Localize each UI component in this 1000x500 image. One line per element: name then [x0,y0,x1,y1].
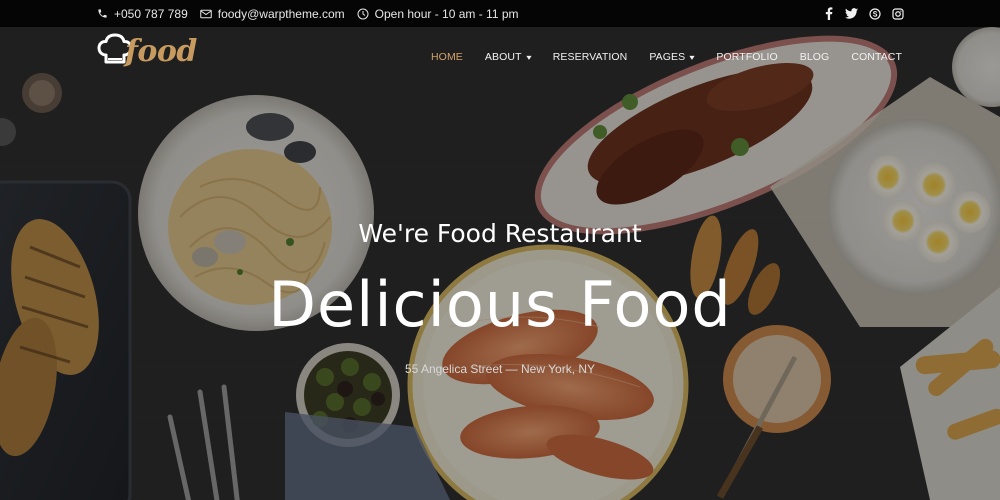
nav-portfolio[interactable]: PORTFOLIO [716,51,777,63]
site-logo[interactable]: food [97,33,197,69]
nav-contact[interactable]: CONTACT [851,51,902,63]
nav-portfolio-label: PORTFOLIO [716,51,778,63]
phone-number: +050 787 789 [114,6,188,21]
email-address: foody@warptheme.com [217,6,345,21]
hero-headline: Delicious Food [268,268,732,341]
hero-address: 55 Angelica Street — New York, NY [404,362,596,376]
hours-text: Open hour - 10 am - 11 pm [374,6,519,21]
opening-hours: Open hour - 10 am - 11 pm [357,7,519,21]
hero-section: food HOME ABOUT ▾ RESERVATION PAGES ▾ PO… [0,27,1000,500]
nav-home-label: HOME [431,51,463,63]
twitter-icon[interactable] [845,7,858,20]
top-contact-bar: +050 787 789 foody@warptheme.com Open ho… [0,0,1000,27]
nav-about-label: ABOUT [484,51,522,63]
phone-icon [98,9,107,18]
nav-reservation[interactable]: RESERVATION [553,51,628,63]
logo-wordmark: food [125,34,197,69]
contact-info: +050 787 789 foody@warptheme.com Open ho… [97,7,531,21]
main-navigation: HOME ABOUT ▾ RESERVATION PAGES ▾ PORTFOL… [431,51,902,63]
nav-blog-label: BLOG [799,51,830,63]
hero-tagline: We're Food Restaurant [358,219,642,248]
skype-icon[interactable] [868,7,881,20]
chevron-down-icon: ▾ [525,52,532,62]
chevron-down-icon: ▾ [689,52,695,62]
phone-contact[interactable]: +050 787 789 [97,7,188,21]
nav-pages[interactable]: PAGES ▾ [649,51,695,63]
envelope-icon [200,9,212,18]
facebook-icon[interactable] [822,7,835,20]
nav-reservation-label: RESERVATION [552,51,628,63]
nav-home[interactable]: HOME [431,51,463,63]
social-links [822,7,904,20]
hero-dark-overlay [0,27,1000,500]
instagram-icon[interactable] [891,7,904,20]
nav-pages-label: PAGES [649,51,686,63]
nav-blog[interactable]: BLOG [800,51,830,63]
email-contact[interactable]: foody@warptheme.com [200,7,345,21]
nav-about[interactable]: ABOUT ▾ [485,51,531,63]
clock-icon [357,8,369,19]
nav-contact-label: CONTACT [851,51,902,63]
